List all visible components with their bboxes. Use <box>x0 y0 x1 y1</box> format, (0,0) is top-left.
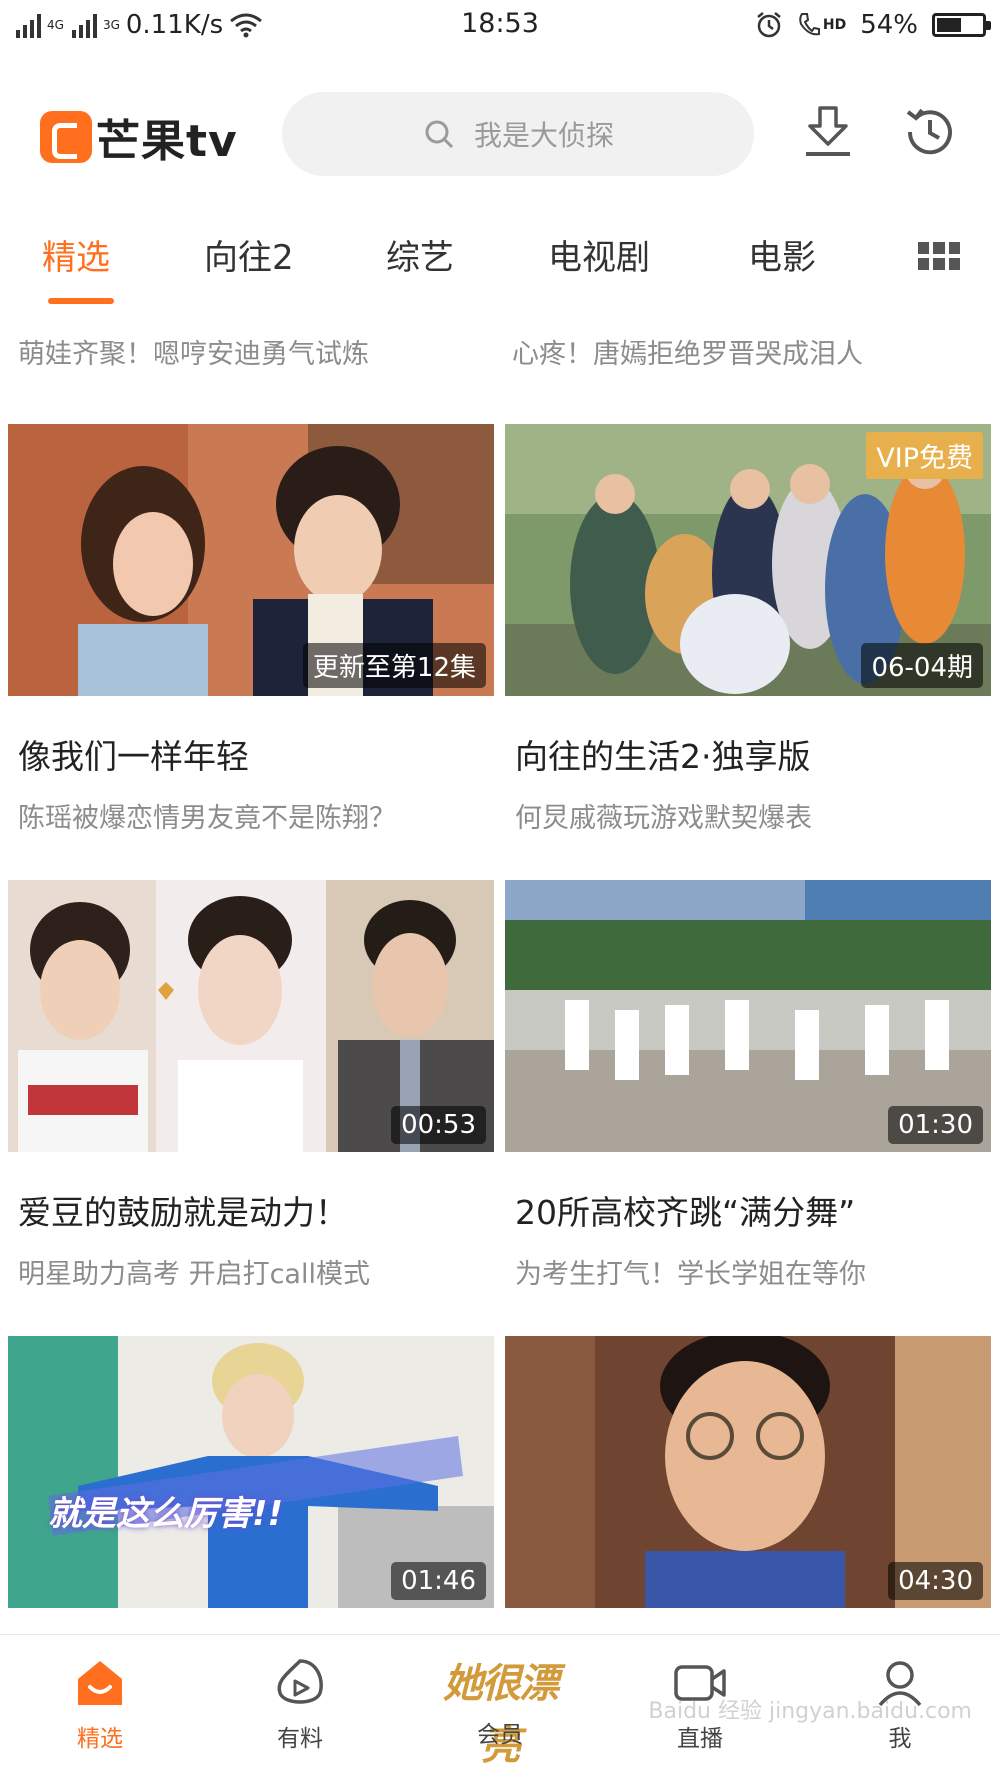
video-thumbnail[interactable]: 就是这么厉害!! 01:46 <box>8 1336 494 1608</box>
search-placeholder: 我是大侦探 <box>473 119 614 152</box>
video-thumbnail[interactable]: VIP免费 06-04期 <box>505 424 991 696</box>
video-card[interactable]: 01:30 20所高校齐跳“满分舞” 为考生打气！学长学姐在等你 <box>505 880 991 1291</box>
nav-label-featured: 精选 <box>77 1726 123 1752</box>
status-right: HD 54% <box>755 10 991 40</box>
battery-level <box>937 18 961 32</box>
duration-badge: 01:30 <box>888 1106 983 1144</box>
vip-free-badge: VIP免费 <box>866 432 983 479</box>
mango-logo-icon <box>40 111 92 163</box>
duration-badge: 04:30 <box>888 1562 983 1600</box>
video-card[interactable]: VIP免费 06-04期 向往的生活2·独享版 何炅戚薇玩游戏默契爆表 <box>505 424 991 835</box>
video-card[interactable]: 更新至第12集 像我们一样年轻 陈瑶被爆恋情男友竟不是陈翔？ <box>8 424 494 835</box>
video-card[interactable]: 就是这么厉害!! 01:46 <box>8 1336 494 1608</box>
discover-icon <box>277 1659 323 1704</box>
video-title[interactable]: 向往的生活2·独享版 <box>515 730 991 778</box>
home-icon <box>78 1661 122 1705</box>
partial-subtitle-left[interactable]: 萌娃齐聚！嗯哼安迪勇气试炼 <box>18 332 369 371</box>
nav-label-discover: 有料 <box>277 1726 323 1752</box>
app-logo[interactable]: 芒果tv <box>40 105 238 169</box>
hd-call-indicator: HD <box>797 12 846 38</box>
video-thumbnail[interactable]: 01:30 <box>505 880 991 1152</box>
video-card[interactable]: 00:53 爱豆的鼓励就是动力！ 明星助力高考 开启打call模式 <box>8 880 494 1291</box>
status-left: 4G 3G 0.11K/s <box>14 10 755 40</box>
nav-discover[interactable]: 有料 <box>240 1653 360 1753</box>
nav-label-me: 我 <box>888 1726 912 1752</box>
video-thumbnail[interactable]: 04:30 <box>505 1336 991 1608</box>
episode-badge: 06-04期 <box>861 643 983 688</box>
search-icon <box>425 120 454 149</box>
video-thumbnail[interactable]: 更新至第12集 <box>8 424 494 696</box>
video-subtitle[interactable]: 何炅戚薇玩游戏默契爆表 <box>515 796 991 835</box>
video-subtitle[interactable]: 明星助力高考 开启打call模式 <box>18 1252 494 1291</box>
thumbnail-overlay-text: 就是这么厉害!! <box>48 1494 284 1534</box>
history-icon[interactable] <box>900 102 960 162</box>
nav-featured[interactable]: 精选 <box>40 1653 160 1753</box>
video-subtitle[interactable]: 陈瑶被爆恋情男友竟不是陈翔？ <box>18 796 494 835</box>
video-title[interactable]: 爱豆的鼓励就是动力！ <box>18 1186 494 1234</box>
network-2-label: 3G <box>102 18 120 32</box>
alarm-icon <box>757 12 781 38</box>
hd-label: HD <box>822 17 847 33</box>
phone-icon <box>799 13 820 36</box>
video-title[interactable]: 像我们一样年轻 <box>18 730 494 778</box>
video-title[interactable]: 20所高校齐跳“满分舞” <box>515 1186 991 1234</box>
signal-3g-icon <box>70 12 97 38</box>
nav-vip[interactable]: 她很漂亮 会员 <box>440 1653 560 1769</box>
status-bar: 4G 3G 0.11K/s 18:53 HD 54% <box>0 0 1000 50</box>
net-speed: 0.11K/s <box>125 10 224 40</box>
tab-variety[interactable]: 综艺 <box>386 230 454 279</box>
video-card[interactable]: 04:30 <box>505 1336 991 1608</box>
vip-promo-label: 她很漂亮 <box>443 1661 559 1769</box>
battery-icon <box>932 13 991 37</box>
search-bar[interactable]: 我是大侦探 <box>282 92 754 176</box>
bottom-navigation: 精选 有料 她很漂亮 会员 直播 我 Baidu 经验 jingyan.baid… <box>0 1634 1000 1778</box>
partial-card-row: 萌娃齐聚！嗯哼安迪勇气试炼 心疼！唐嫣拒绝罗晋哭成泪人 <box>0 302 1000 382</box>
video-feed: 萌娃齐聚！嗯哼安迪勇气试炼 心疼！唐嫣拒绝罗晋哭成泪人 更新至第12集 像我们一… <box>0 302 1000 1634</box>
nav-label-live: 直播 <box>677 1726 723 1752</box>
logo-text: 芒果tv <box>96 116 238 167</box>
wifi-icon <box>230 13 263 38</box>
baidu-watermark: Baidu 经验 jingyan.baidu.com <box>648 1699 972 1724</box>
grid-menu-icon[interactable] <box>918 242 960 270</box>
partial-subtitle-right[interactable]: 心疼！唐嫣拒绝罗晋哭成泪人 <box>512 332 863 371</box>
tab-movies[interactable]: 电影 <box>748 230 816 279</box>
battery-percent: 54% <box>860 10 918 40</box>
duration-badge: 00:53 <box>391 1106 486 1144</box>
episode-badge: 更新至第12集 <box>302 643 486 688</box>
app-header: 芒果tv 我是大侦探 <box>0 50 1000 220</box>
network-1-label: 4G <box>47 18 64 32</box>
tab-xiangwang2[interactable]: 向往2 <box>204 230 294 279</box>
video-thumbnail[interactable]: 00:53 <box>8 880 494 1152</box>
nav-label-vip: 会员 <box>477 1722 523 1748</box>
category-tabs: 精选 向往2 综艺 电视剧 电影 <box>0 220 1000 304</box>
tab-featured[interactable]: 精选 <box>42 230 110 279</box>
download-icon[interactable] <box>798 102 858 162</box>
tab-tv-series[interactable]: 电视剧 <box>548 230 650 279</box>
duration-badge: 01:46 <box>391 1562 486 1600</box>
video-subtitle[interactable]: 为考生打气！学长学姐在等你 <box>515 1252 991 1291</box>
signal-4g-icon <box>14 12 41 38</box>
